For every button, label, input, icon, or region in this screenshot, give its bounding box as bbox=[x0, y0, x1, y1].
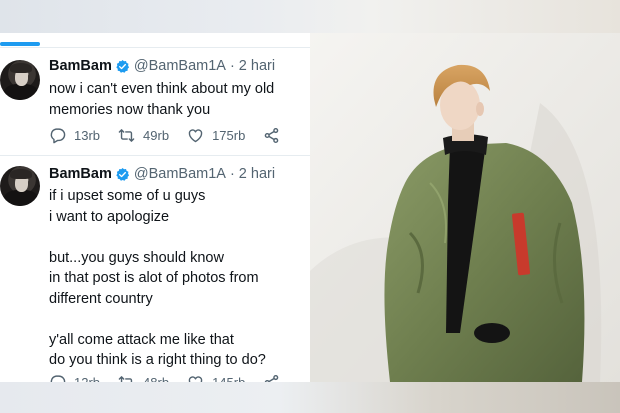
tweet-text: if i upset some of u guys i want to apol… bbox=[49, 186, 307, 371]
user-handle[interactable]: @BamBam1A bbox=[134, 166, 226, 182]
tweet-timeline: BamBam @BamBam1A · 2 hari now i can't ev… bbox=[0, 33, 310, 382]
timestamp[interactable]: 2 hari bbox=[239, 58, 275, 74]
person-photo bbox=[310, 33, 620, 382]
tweet-line: but...you guys should know bbox=[49, 249, 224, 266]
avatar[interactable] bbox=[0, 166, 40, 206]
display-name[interactable]: BamBam bbox=[49, 166, 112, 182]
retweet-button[interactable]: 49rb bbox=[118, 127, 169, 144]
tweet-line: if i upset some of u guys bbox=[49, 188, 206, 204]
tweet-line: in that post is alot of photos from bbox=[49, 270, 259, 286]
photo-panel bbox=[310, 33, 620, 382]
tweet-text: now i can't even think about my old memo… bbox=[49, 79, 307, 120]
tweet-line: different country bbox=[49, 290, 153, 307]
reply-button[interactable]: 13rb bbox=[49, 127, 100, 144]
tweet-actions: 12rb 48rb 145rb bbox=[49, 372, 288, 382]
like-button[interactable]: 175rb bbox=[187, 127, 245, 144]
share-button[interactable] bbox=[263, 127, 288, 144]
share-icon bbox=[265, 127, 279, 143]
like-count: 145rb bbox=[212, 374, 246, 383]
verified-badge-icon bbox=[116, 59, 129, 73]
like-icon bbox=[188, 128, 203, 142]
like-icon bbox=[188, 375, 203, 382]
retweet-count: 49rb bbox=[143, 127, 170, 143]
tweet-line: i want to apologize bbox=[49, 208, 170, 225]
bottom-blurred-strip bbox=[0, 382, 620, 413]
ear bbox=[476, 102, 484, 116]
retweet-icon bbox=[118, 375, 133, 382]
separator-dot: · bbox=[229, 166, 235, 182]
retweet-button[interactable]: 48rb bbox=[118, 374, 170, 383]
tweet-actions: 13rb 49rb 175rb bbox=[49, 125, 288, 145]
tweet-header: BamBam @BamBam1A · 2 hari bbox=[49, 164, 275, 184]
tweet-line: do you think is a right thing to do? bbox=[49, 352, 266, 368]
reply-count: 13rb bbox=[74, 127, 101, 143]
separator-dot: · bbox=[229, 58, 235, 74]
reply-count: 12rb bbox=[74, 374, 101, 383]
tab-indicator bbox=[0, 42, 40, 46]
tweet-line: memories now thank you bbox=[49, 101, 211, 118]
reply-icon bbox=[50, 127, 66, 143]
like-count: 175rb bbox=[212, 127, 246, 143]
top-blurred-strip bbox=[0, 0, 620, 33]
tweet-card[interactable]: BamBam @BamBam1A · 2 hari now i can't ev… bbox=[0, 47, 310, 155]
reply-icon bbox=[50, 374, 66, 382]
timestamp[interactable]: 2 hari bbox=[239, 166, 275, 182]
retweet-count: 48rb bbox=[143, 374, 170, 383]
tweet-line: y'all come attack me like that bbox=[49, 331, 234, 348]
verified-badge-icon bbox=[116, 167, 129, 181]
avatar-body bbox=[4, 84, 38, 100]
avatar-hair bbox=[10, 63, 32, 73]
tweet-line: now i can't even think about my old bbox=[49, 81, 275, 97]
tweet-header: BamBam @BamBam1A · 2 hari bbox=[49, 56, 275, 76]
avatar-hair bbox=[10, 169, 32, 179]
share-icon bbox=[265, 374, 279, 382]
user-handle[interactable]: @BamBam1A bbox=[134, 58, 226, 74]
hands-area bbox=[474, 323, 510, 343]
avatar-body bbox=[4, 190, 38, 206]
avatar[interactable] bbox=[0, 60, 40, 100]
like-button[interactable]: 145rb bbox=[187, 374, 246, 383]
tweet-card[interactable]: BamBam @BamBam1A · 2 hari if i upset som… bbox=[0, 155, 310, 382]
share-button[interactable] bbox=[263, 374, 288, 382]
reply-button[interactable]: 12rb bbox=[49, 374, 101, 383]
display-name[interactable]: BamBam bbox=[49, 58, 112, 74]
retweet-icon bbox=[118, 128, 135, 142]
